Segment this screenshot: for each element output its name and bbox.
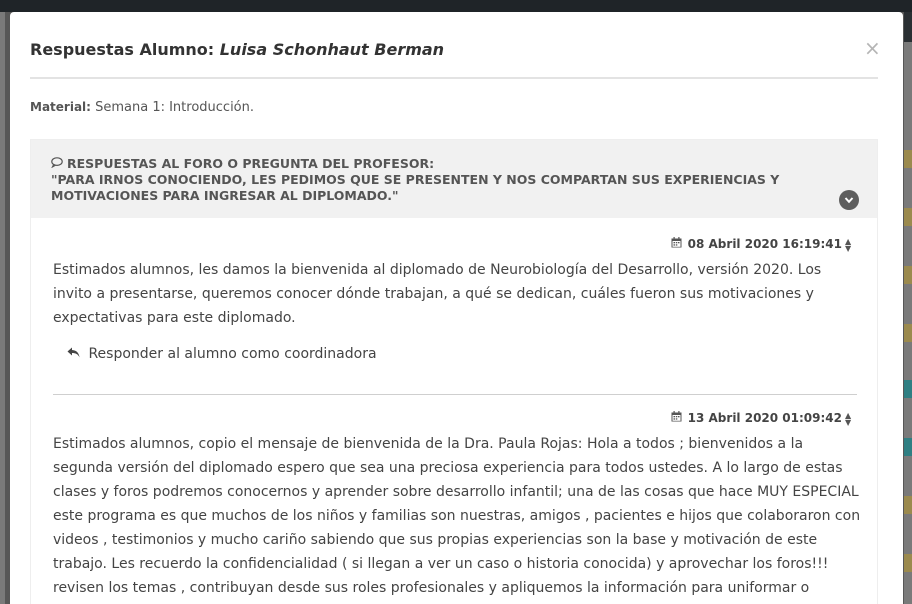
background-marker (904, 208, 912, 226)
post-text: Estimados alumnos, les damos la bienveni… (53, 262, 822, 326)
reply-label: Responder al alumno como coordinadora (88, 346, 377, 362)
chevron-down-circle-icon[interactable] (839, 190, 859, 210)
student-responses-modal: Respuestas Alumno: Luisa Schonhaut Berma… (10, 12, 903, 604)
sort-icon[interactable]: ▲ ▼ (845, 411, 855, 426)
modal-title: Respuestas Alumno: Luisa Schonhaut Berma… (30, 40, 444, 59)
background-marker (904, 266, 912, 284)
post-date: 08 Abril 2020 16:19:41 ▲ ▼ (671, 237, 855, 252)
background-marker (904, 150, 912, 168)
reply-as-coordinator-link[interactable]: Responder al alumno como coordinadora (67, 346, 377, 362)
background-topbar (0, 0, 912, 12)
background-marker (904, 380, 912, 398)
forum-question: Respuestas al foro o pregunta del profes… (51, 156, 811, 204)
background-marker (904, 554, 912, 572)
material-label: Material: (30, 100, 91, 114)
sort-icon[interactable]: ▲ ▼ (845, 237, 855, 252)
header-divider (30, 77, 878, 79)
background-marker (904, 496, 912, 514)
forum-card: Respuestas al foro o pregunta del profes… (30, 139, 878, 604)
post-date-value: 08 Abril 2020 16:19:41 (687, 237, 842, 251)
post-text: Estimados alumnos, copio el mensaje de b… (53, 436, 861, 596)
reply-icon (67, 346, 84, 362)
post-date-value: 13 Abril 2020 01:09:42 (687, 411, 842, 425)
background-page-left (0, 12, 5, 604)
calendar-icon (671, 237, 686, 251)
forum-question-text: "Para irnos conociendo, les pedimos que … (51, 172, 780, 203)
background-page-right (904, 12, 912, 604)
post-divider (53, 394, 857, 395)
background-marker (904, 324, 912, 342)
close-icon[interactable]: × (864, 36, 881, 60)
forum-heading: Respuestas al foro o pregunta del profes… (67, 156, 435, 171)
material-info: Material: Semana 1: Introducción. (30, 100, 254, 115)
background-header-right (904, 12, 912, 42)
calendar-icon (671, 411, 686, 425)
post-date: 13 Abril 2020 01:09:42 ▲ ▼ (671, 411, 855, 426)
modal-title-prefix: Respuestas Alumno: (30, 40, 220, 59)
material-value: Semana 1: Introducción. (90, 100, 255, 115)
comment-icon (51, 156, 63, 172)
student-name: Luisa Schonhaut Berman (219, 40, 445, 59)
forum-card-header[interactable]: Respuestas al foro o pregunta del profes… (31, 140, 877, 218)
background-marker (904, 438, 912, 456)
